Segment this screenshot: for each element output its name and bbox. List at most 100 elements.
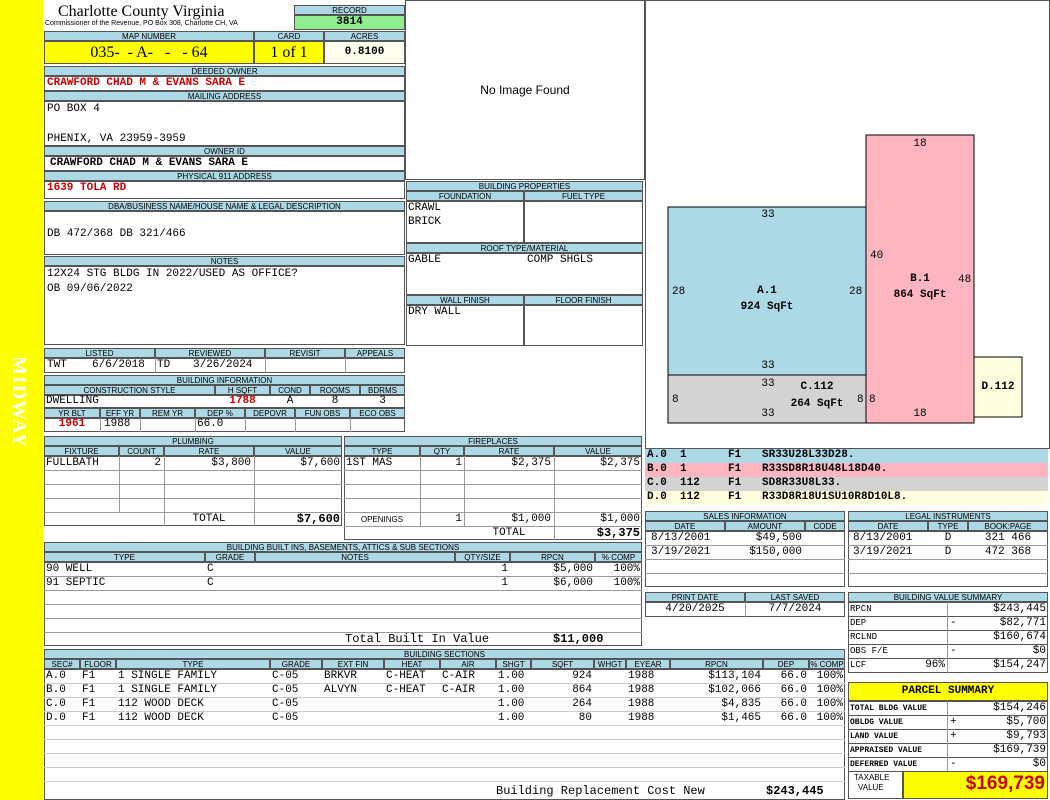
section-cell-comp: 100% (816, 698, 843, 710)
value-summary-value: $243,445 (993, 603, 1046, 615)
builtin-qty: 1 (501, 577, 508, 589)
builtin-comp: 100% (613, 563, 640, 575)
section-cell-sqft: 264 (572, 698, 592, 710)
parcel-label: DEFERRED VALUE (850, 760, 918, 769)
divider (44, 618, 642, 619)
listed-label: LISTED (44, 348, 155, 358)
legend-desc: R33SD8R18U48L18D40. (762, 463, 888, 475)
legal-book: 321 466 (984, 532, 1032, 544)
sections-header-type: TYPE (116, 659, 270, 669)
record-number: 3814 (336, 16, 363, 28)
sketch-c-top: 33 (761, 378, 775, 390)
physical-address: 1639 TOLA RD (47, 182, 127, 194)
fireplace-type: 1ST MAS (346, 457, 393, 469)
builtins-header-grade: GRADE (205, 552, 255, 562)
value-summary-label: RCLND (850, 632, 878, 642)
sketch-b-bottom: 18 (913, 408, 927, 420)
remyr-label: REM YR (140, 408, 195, 418)
section-cell-floor: F1 (82, 670, 96, 682)
bdrms-label: BDRMS (360, 385, 405, 395)
sections-header-ext: EXT FIN (322, 659, 384, 669)
divider (44, 604, 642, 605)
divider (44, 470, 342, 471)
taxable-label-1: TAXABLE (854, 773, 890, 782)
builtins-title: BUILDING BUILT INS, BASEMENTS, ATTICS & … (44, 542, 642, 552)
builtins-header-type: TYPE (44, 552, 205, 562)
legend-floor: F1 (728, 449, 742, 461)
section-cell-eyear: 1988 (628, 698, 655, 710)
plumbing-value: $7,600 (300, 457, 340, 469)
divider (947, 701, 948, 716)
divider (947, 602, 948, 617)
fireplaces-total: $3,375 (596, 526, 640, 540)
plumbing-total-label: TOTAL (192, 513, 226, 525)
legend-floor: F1 (728, 491, 742, 503)
divider (947, 715, 948, 730)
sections-header-whgt: WHGT (594, 659, 626, 669)
map-number: 035- - A- - - 64 (90, 44, 208, 61)
section-cell-heat: C-HEAT (386, 670, 426, 682)
legal-book: 472 368 (984, 546, 1032, 558)
section-cell-grade: C-05 (272, 684, 299, 696)
builtin-grade: C (207, 563, 214, 575)
value-summary-title: BUILDING VALUE SUMMARY (848, 592, 1048, 602)
section-cell-dep: 66.0 (780, 698, 807, 710)
openings-qty: 1 (455, 513, 462, 525)
plumbing-count: 2 (154, 457, 161, 469)
map-number-value: 035- - A- - - 64 (44, 41, 254, 64)
divider (947, 630, 948, 645)
divider (848, 573, 1048, 574)
divider (645, 559, 845, 560)
legend-code: C.0 (647, 477, 667, 489)
county-title: Charlotte County Virginia (58, 3, 225, 20)
section-cell-grade: C-05 (272, 712, 299, 724)
divider (100, 418, 101, 432)
physical-address-label: PHYSICAL 911 ADDRESS (44, 171, 405, 181)
dep-value: 66.0 (197, 418, 224, 430)
fireplaces-total-label: TOTAL (492, 527, 526, 539)
sections-total: $243,445 (766, 784, 824, 798)
section-cell-eyear: 1988 (628, 712, 655, 724)
record-value: 3814 (294, 15, 405, 30)
legal-type: D (944, 532, 952, 544)
sale-amount: $150,000 (749, 546, 802, 558)
parcel-label: APPRAISED VALUE (850, 746, 923, 755)
openings-value: $1,000 (600, 513, 640, 525)
fireplaces-header-rate: RATE (464, 446, 554, 456)
sections-header-grade: GRADE (270, 659, 322, 669)
card-value: 1 of 1 (254, 41, 324, 64)
divider (947, 743, 948, 758)
builtin-rpcn: $6,000 (553, 577, 593, 589)
fireplace-value: $2,375 (600, 457, 640, 469)
roof-type: GABLE (408, 254, 442, 266)
fuel-box (524, 201, 643, 243)
listed-by: TWT (47, 359, 67, 371)
section-cell-floor: F1 (82, 684, 96, 696)
sketch-a-left: 28 (672, 286, 686, 298)
construction-style: DWELLING (46, 395, 99, 407)
section-cell-air: C-AIR (442, 684, 476, 696)
divider (44, 781, 845, 782)
fireplaces-header-type: TYPE (344, 446, 420, 456)
sketch-a-bottom: 33 (761, 360, 775, 372)
builtins-header-rpcn: RPCN (510, 552, 595, 562)
taxable-value: $169,739 (965, 773, 1045, 794)
fuel-type-label: FUEL TYPE (524, 191, 643, 201)
plumbing-fixture: FULLBATH (46, 457, 99, 469)
section-cell-dep: 66.0 (780, 712, 807, 724)
plumbing-header-rate: RATE (164, 446, 254, 456)
fireplaces-header-qty: QTY (420, 446, 464, 456)
legal-header-date: DATE (848, 521, 928, 531)
depovr-label: DEPOVR (245, 408, 295, 418)
parcel-sign: + (950, 716, 957, 728)
builtins-total: $11,000 (553, 632, 604, 646)
legal-date: 8/13/2001 (853, 532, 913, 544)
ecoobs-label: ECO OBS (350, 408, 405, 418)
building-info-title: BUILDING INFORMATION (44, 375, 405, 385)
roof-box (406, 253, 643, 295)
sales-header-code: CODE (805, 521, 845, 531)
sales-header-date: DATE (645, 521, 725, 531)
divider (44, 767, 845, 768)
floor-finish-label: FLOOR FINISH (524, 295, 643, 305)
builtins-header-comp: % COMP (595, 552, 642, 562)
